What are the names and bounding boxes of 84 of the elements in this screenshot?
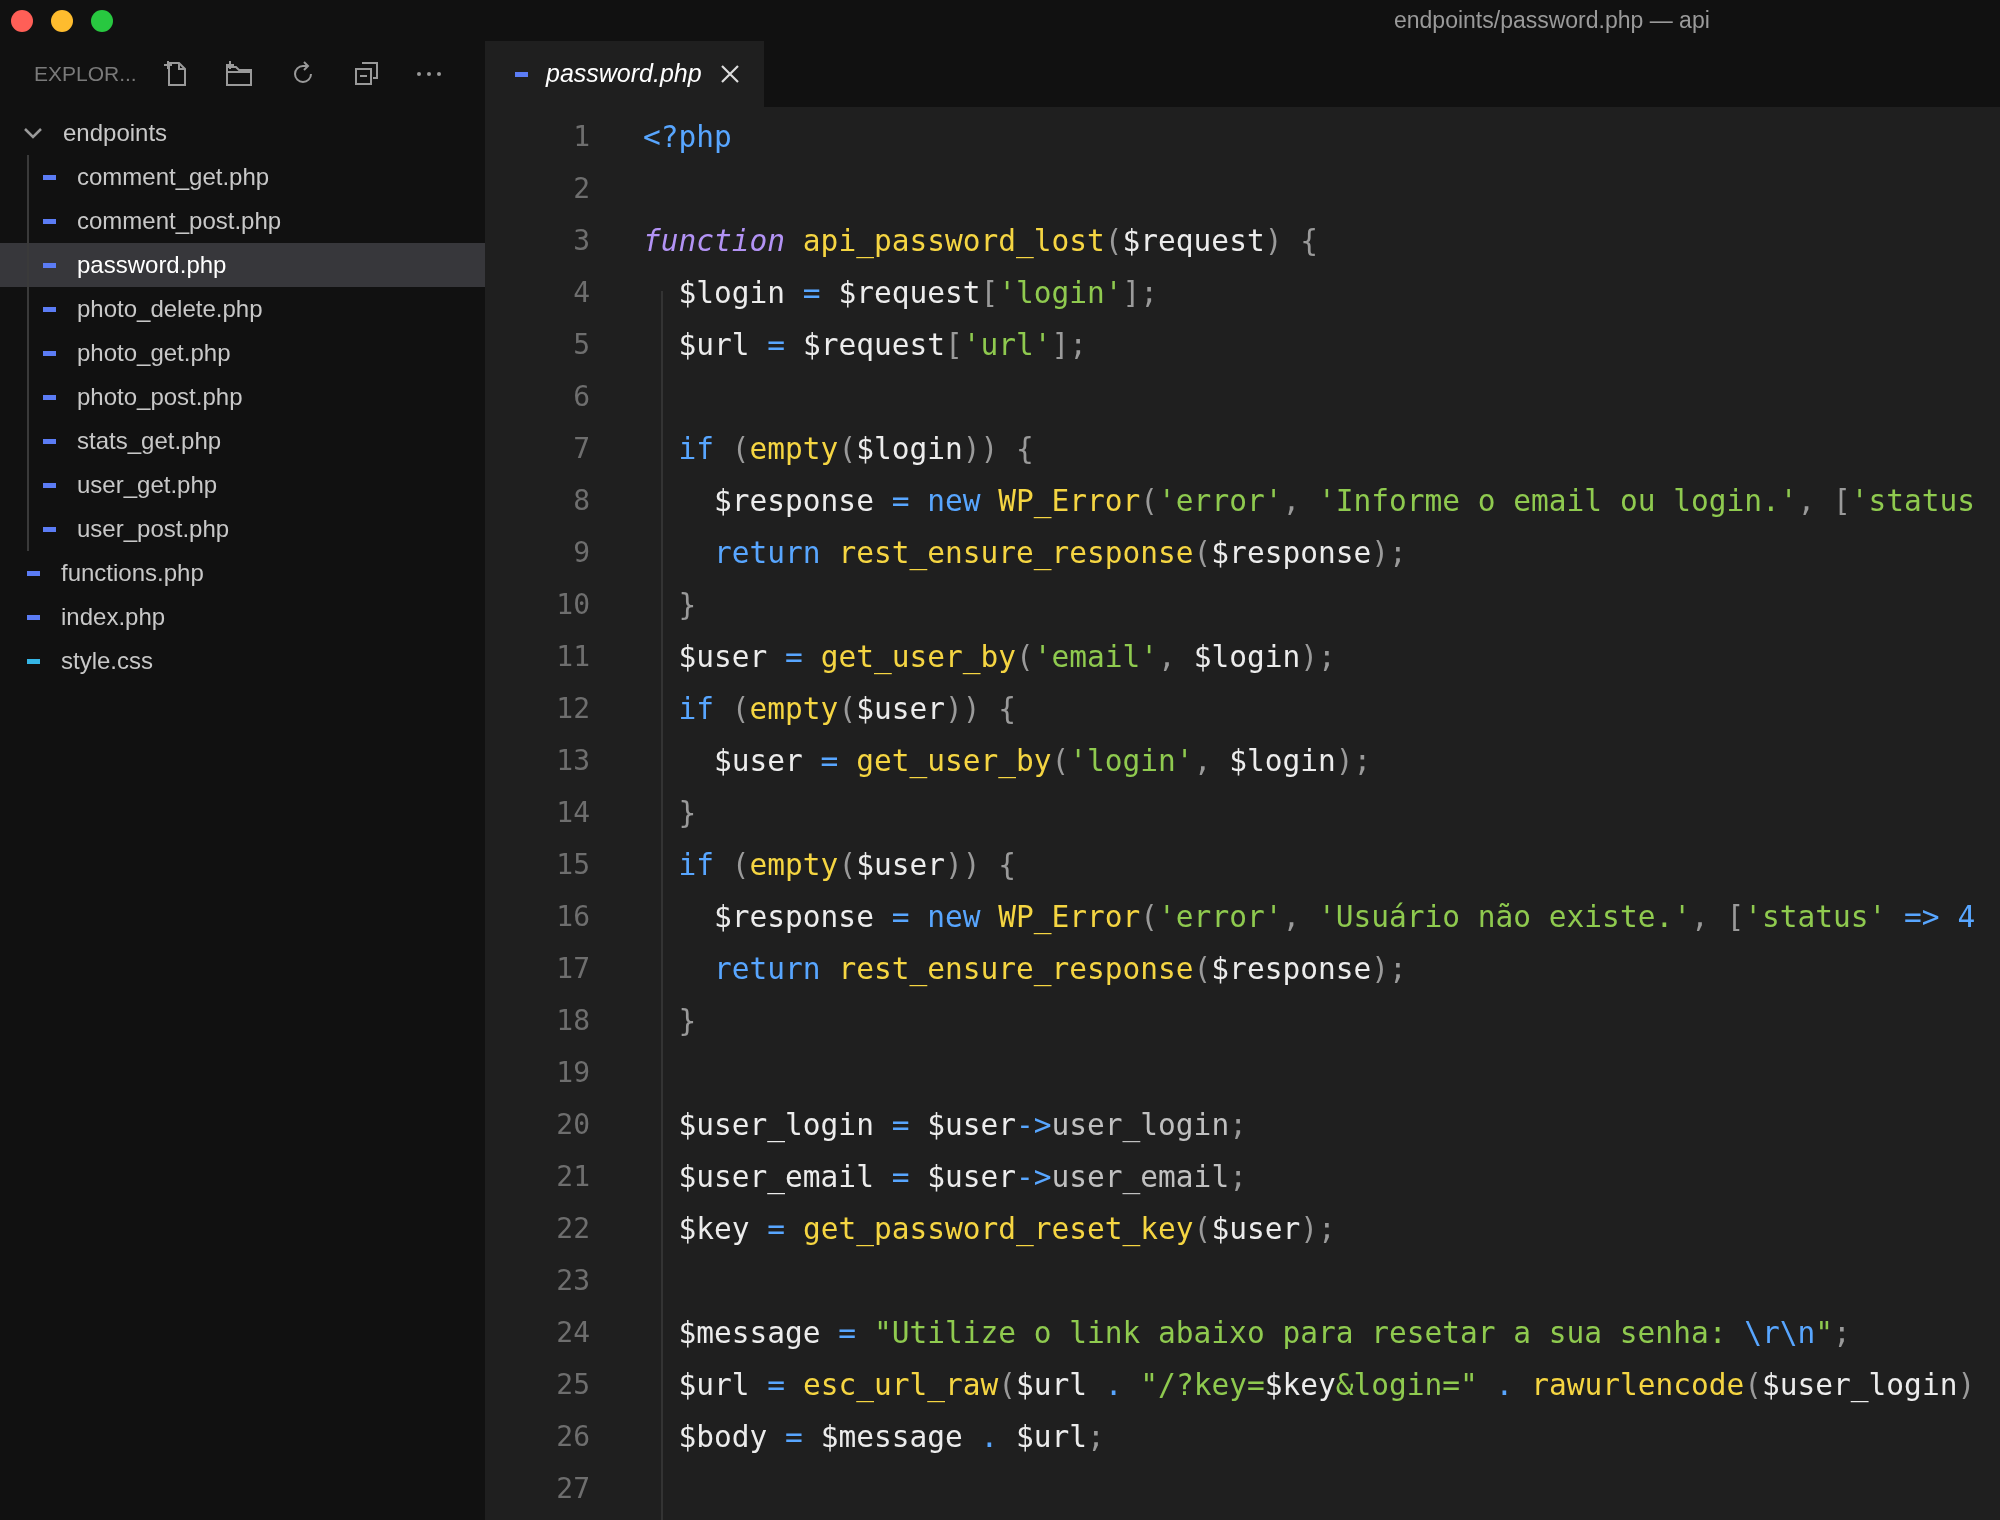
file-name: style.css	[61, 646, 153, 676]
file-item[interactable]: password.php	[0, 243, 485, 287]
line-number: 23	[555, 1263, 590, 1299]
close-button[interactable]	[11, 9, 33, 32]
line-number: 11	[555, 639, 590, 675]
explorer-title: EXPLOR...	[34, 61, 138, 88]
file-item[interactable]: user_get.php	[0, 463, 485, 507]
line-number: 4	[572, 275, 590, 311]
line-number: 25	[555, 1367, 590, 1403]
file-item[interactable]: comment_post.php	[0, 199, 485, 243]
zoom-button[interactable]	[91, 9, 113, 32]
line-number: 6	[572, 379, 590, 415]
line-number: 13	[555, 743, 590, 779]
file-name: password.php	[77, 250, 227, 280]
code-line: if (empty($user)) {	[677, 690, 1016, 728]
line-number: 16	[555, 899, 590, 935]
code-line: return rest_ensure_response($response);	[713, 534, 1407, 573]
line-number: 12	[555, 691, 590, 727]
file-name: comment_post.php	[77, 206, 282, 236]
line-number: 19	[555, 1055, 590, 1091]
file-item[interactable]: comment_get.php	[0, 155, 485, 199]
code-line: $url = $request['url'];	[677, 326, 1088, 364]
code-line: if (empty($login)) {	[677, 430, 1034, 468]
file-name: index.php	[61, 602, 166, 632]
line-number: 18	[555, 1003, 590, 1039]
line-number: 20	[555, 1107, 590, 1143]
file-item[interactable]: photo_post.php	[0, 375, 485, 419]
code-line: $message = "Utilize o link abaixo para resetar a sua senha: \r\n";	[677, 1314, 1851, 1352]
code-line: return rest_ensure_response($response);	[713, 950, 1407, 989]
code-line: $user = get_user_by('email', $login);	[677, 638, 1336, 677]
window-title: endpoints/password.php — api	[1394, 6, 1710, 36]
file-name: functions.php	[61, 558, 204, 588]
line-number: 9	[572, 535, 590, 571]
editor-tab[interactable]: password.php	[485, 41, 764, 107]
line-number: 10	[555, 587, 590, 623]
code-line: $response = new WP_Error('error', 'Informe o email ou login.', ['status	[713, 482, 1976, 521]
file-item[interactable]: index.php	[0, 595, 485, 639]
code-line: function api_password_lost($request) {	[643, 222, 1318, 261]
file-item[interactable]: style.css	[0, 639, 485, 683]
line-number: 1	[572, 119, 590, 155]
file-item[interactable]: photo_delete.php	[0, 287, 485, 331]
code-line: $url = esc_url_raw($url . "/?key=$key&login=" . rawurlencode($user_login)	[677, 1366, 1976, 1405]
line-number: 14	[555, 795, 590, 831]
line-number: 26	[555, 1419, 590, 1455]
line-number: 7	[572, 431, 590, 467]
file-name: stats_get.php	[77, 426, 222, 456]
code-line: $login = $request['login'];	[677, 274, 1159, 312]
line-number: 27	[555, 1471, 590, 1507]
code-line: $body = $message . $url;	[677, 1418, 1105, 1456]
line-number: 24	[555, 1315, 590, 1351]
line-number: 2	[572, 171, 590, 207]
code-line: $user_email = $user->user_email;	[677, 1158, 1247, 1197]
file-name: user_post.php	[77, 514, 230, 544]
file-item[interactable]: functions.php	[0, 551, 485, 595]
new-folder-icon	[224, 59, 254, 89]
file-item[interactable]: user_post.php	[0, 507, 485, 551]
line-number: 3	[572, 223, 590, 259]
file-name: photo_post.php	[77, 382, 243, 412]
folder-item[interactable]: endpoints	[0, 111, 485, 155]
code-line: if (empty($user)) {	[677, 846, 1016, 884]
file-name: user_get.php	[77, 470, 218, 500]
code-line: $user = get_user_by('login', $login);	[713, 742, 1372, 781]
file-name: comment_get.php	[77, 162, 270, 192]
line-number: 5	[572, 327, 590, 363]
close-icon[interactable]	[719, 64, 740, 84]
line-number: 8	[572, 483, 590, 519]
code-line: }	[677, 1002, 697, 1040]
code-line: }	[677, 586, 697, 624]
code-line: $response = new WP_Error('error', 'Usuário não existe.', ['status' => 4	[713, 898, 1976, 937]
line-number: 21	[555, 1159, 590, 1195]
file-name: endpoints	[63, 118, 168, 148]
minimize-button[interactable]	[51, 9, 73, 32]
file-item[interactable]: stats_get.php	[0, 419, 485, 463]
more-icon	[416, 72, 442, 76]
code-line: <?php	[643, 118, 732, 156]
file-name: photo_delete.php	[77, 294, 263, 324]
code-line: $user_login = $user->user_login;	[677, 1106, 1247, 1145]
code-line: }	[677, 794, 697, 832]
file-name: photo_get.php	[77, 338, 231, 368]
line-number: 15	[555, 847, 590, 883]
line-number: 17	[555, 951, 590, 987]
line-number: 22	[555, 1211, 590, 1247]
code-line: $key = get_password_reset_key($user);	[677, 1210, 1336, 1249]
file-item[interactable]: photo_get.php	[0, 331, 485, 375]
